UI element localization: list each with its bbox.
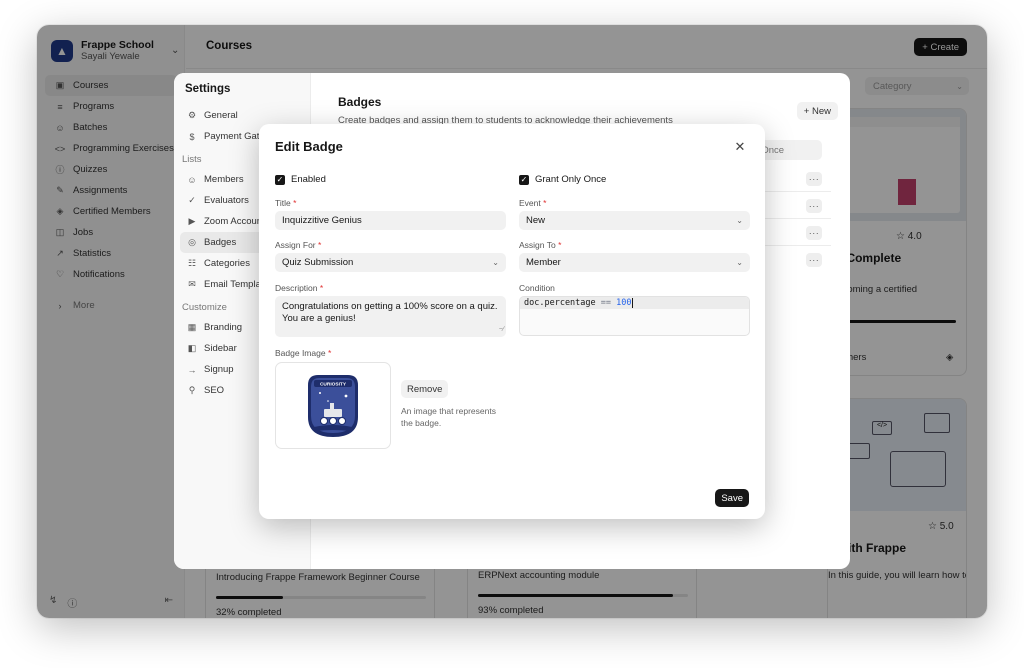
user-icon: ☺ (187, 174, 197, 185)
mail-icon: ✉ (188, 279, 196, 289)
badge-image-preview[interactable]: CURIOSITY (275, 362, 391, 449)
badge-text: CURIOSITY (320, 381, 347, 387)
user-check-icon: ✓ (188, 195, 196, 205)
check-icon: ✓ (519, 174, 529, 185)
condition-label: Condition (519, 283, 555, 293)
enabled-checkbox[interactable]: ✓ Enabled (275, 174, 326, 185)
edit-badge-dialog: Edit Badge ✕ ✓ Enabled ✓ Grant Only Once… (259, 124, 765, 519)
chevron-down-icon: ⌄ (736, 216, 743, 225)
assign-for-label: Assign For * (275, 240, 322, 250)
row-actions-button[interactable]: ··· (806, 199, 822, 213)
enabled-label: Enabled (291, 174, 326, 185)
sidebar-icon: ◧ (187, 343, 197, 353)
badge-image-label: Badge Image * (275, 348, 332, 358)
curiosity-badge-image: CURIOSITY (308, 374, 358, 437)
resize-handle-icon[interactable]: −∕ (499, 324, 504, 336)
event-label: Event * (519, 198, 547, 208)
event-select[interactable]: New ⌄ (519, 211, 750, 230)
network-icon: ☷ (187, 258, 197, 268)
app-window: ▲ Frappe School Sayali Yewale ⌄ ▣ Courses… (37, 25, 987, 618)
grant-only-once-checkbox[interactable]: ✓ Grant Only Once (519, 174, 606, 185)
award-icon: ◎ (188, 237, 196, 247)
title-label: Title * (275, 198, 297, 208)
row-actions-button[interactable]: ··· (806, 226, 822, 240)
dollar-icon: $ (189, 131, 195, 142)
badge-image-description: An image that represents the badge. (401, 406, 496, 428)
new-badge-button[interactable]: + New (796, 102, 838, 120)
assign-to-select[interactable]: Member ⌄ (519, 253, 750, 272)
settings-item-general[interactable]: ⚙ General (180, 105, 305, 126)
search-icon: ⚲ (188, 385, 196, 395)
wrench-icon: ⚙ (187, 110, 197, 120)
description-label: Description * (275, 283, 324, 293)
video-icon: ▶ (188, 216, 196, 226)
condition-code-editor[interactable]: doc.percentage == 100 (519, 296, 750, 336)
description-textarea[interactable]: Congratulations on getting a 100% score … (275, 296, 506, 337)
grid-icon: ▦ (187, 322, 197, 332)
badges-title: Badges (338, 95, 382, 109)
chevron-down-icon: ⌄ (736, 258, 743, 267)
code-line: doc.percentage == 100 (520, 297, 749, 309)
remove-image-button[interactable]: Remove (401, 380, 449, 398)
assign-to-label: Assign To * (519, 240, 562, 250)
chevron-down-icon: ⌄ (492, 258, 499, 267)
login-icon: → (187, 364, 197, 375)
text-cursor (631, 298, 633, 308)
dialog-title: Edit Badge (275, 139, 343, 154)
grant-only-once-label: Grant Only Once (535, 174, 607, 185)
settings-title: Settings (185, 83, 231, 95)
check-icon: ✓ (275, 174, 285, 185)
title-input[interactable]: Inquizzitive Genius (275, 211, 506, 230)
close-icon[interactable]: ✕ (733, 139, 747, 155)
assign-for-select[interactable]: Quiz Submission ⌄ (275, 253, 506, 272)
settings-modal: Settings ⚙ General $ Payment Gat Lists ☺ Me… (174, 73, 850, 569)
save-button[interactable]: Save (715, 489, 749, 507)
row-actions-button[interactable]: ··· (806, 172, 822, 186)
row-actions-button[interactable]: ··· (806, 253, 822, 267)
